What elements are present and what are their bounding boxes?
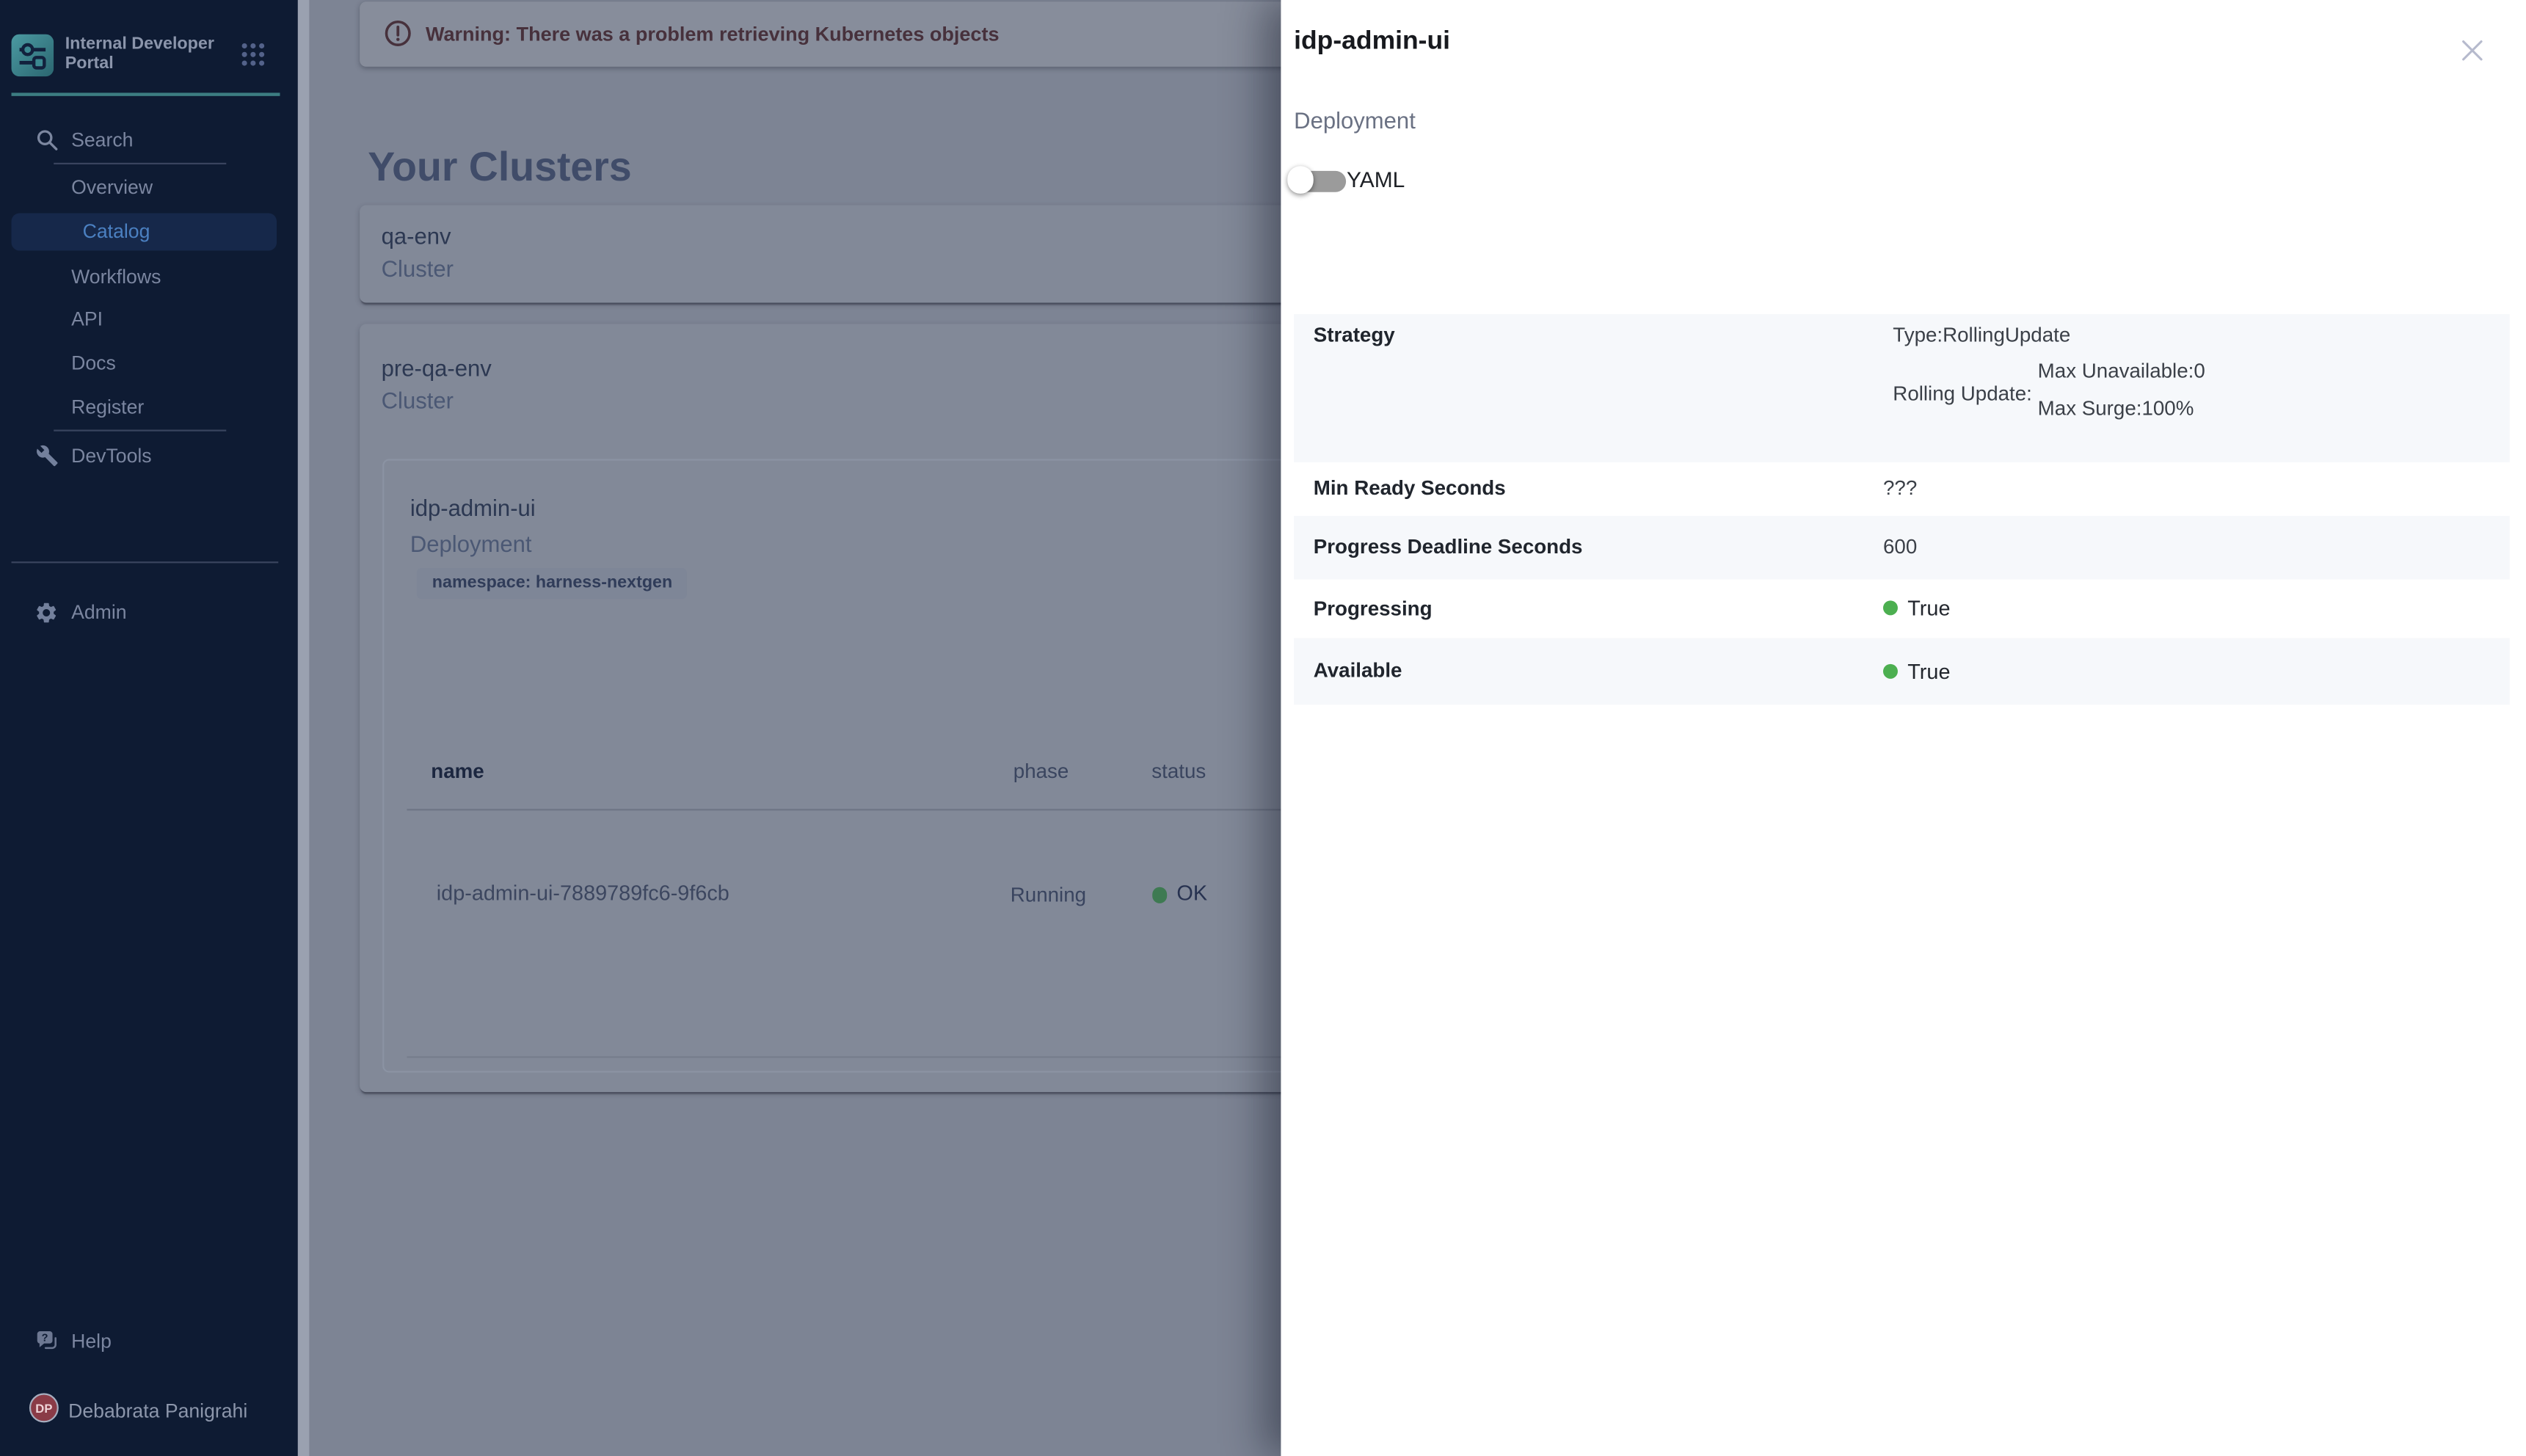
sidebar-item-register[interactable]: Register bbox=[0, 387, 298, 426]
sidebar-item-label: Docs bbox=[71, 352, 116, 374]
status-dot-ok bbox=[1883, 601, 1898, 616]
sidebar-accent-rule bbox=[12, 92, 280, 95]
user-name[interactable]: Debabrata Panigrahi bbox=[68, 1399, 247, 1422]
detail-label: Progress Deadline Seconds bbox=[1314, 516, 1583, 579]
sidebar-item-label: API bbox=[71, 307, 103, 330]
alert-circle-icon bbox=[384, 20, 412, 56]
page-title: Your Clusters bbox=[368, 148, 631, 188]
cluster-name: qa-env bbox=[382, 222, 451, 250]
sidebar-item-label: Register bbox=[71, 396, 144, 418]
sidebar-item-label: Catalog bbox=[83, 220, 150, 243]
sidebar-scrollbar[interactable] bbox=[298, 0, 308, 1456]
deployment-details-table: Strategy Type:RollingUpdate Rolling Upda… bbox=[1294, 313, 2510, 705]
cluster-name: pre-qa-env bbox=[382, 354, 492, 382]
toggle-thumb bbox=[1286, 166, 1314, 193]
sidebar-item-label: DevTools bbox=[71, 444, 151, 467]
cluster-kind: Cluster bbox=[382, 255, 454, 283]
available-value: True bbox=[1907, 659, 1950, 683]
strategy-type-value: Type:RollingUpdate bbox=[1893, 321, 2070, 347]
progressing-value: True bbox=[1907, 597, 1950, 621]
max-surge-value: Max Surge:100% bbox=[2038, 396, 2194, 421]
detail-row-available: Available True bbox=[1294, 638, 2510, 705]
detail-label: Progressing bbox=[1314, 579, 1433, 638]
sidebar-item-overview[interactable]: Overview bbox=[0, 168, 298, 207]
sidebar-item-label: Overview bbox=[71, 176, 153, 199]
yaml-toggle-label: YAML bbox=[1347, 170, 1405, 192]
max-unavailable-value: Max Unavailable:0 bbox=[2038, 358, 2205, 384]
yaml-toggle[interactable] bbox=[1284, 165, 1346, 194]
sidebar-item-docs[interactable]: Docs bbox=[0, 343, 298, 382]
app-root: Internal Developer Portal Search Overvie… bbox=[0, 0, 2526, 1456]
rolling-update-label: Rolling Update: bbox=[1893, 380, 2032, 406]
drawer-title: idp-admin-ui bbox=[1294, 27, 1450, 55]
gear-icon bbox=[34, 600, 59, 624]
warning-banner-text: Warning: There was a problem retrieving … bbox=[426, 23, 1000, 46]
details-drawer: idp-admin-ui Deployment YAML Strategy Ty… bbox=[1281, 0, 2526, 1456]
sidebar-divider bbox=[12, 561, 279, 563]
help-chat-icon: ? bbox=[34, 1329, 59, 1353]
sidebar-divider bbox=[54, 162, 227, 164]
detail-row-min-ready-seconds: Min Ready Seconds ??? bbox=[1294, 462, 2510, 516]
sidebar-item-label: Admin bbox=[71, 600, 126, 623]
column-header-name: name bbox=[431, 758, 484, 784]
detail-row-progress-deadline-seconds: Progress Deadline Seconds 600 bbox=[1294, 516, 2510, 579]
search-icon bbox=[34, 128, 59, 152]
sidebar-item-catalog[interactable]: Catalog bbox=[12, 213, 276, 252]
status-dot-ok bbox=[1883, 664, 1898, 679]
column-header-status: status bbox=[1151, 758, 1206, 784]
idp-logo-icon bbox=[12, 34, 54, 77]
drawer-subtitle: Deployment bbox=[1294, 109, 1416, 131]
sidebar-item-label: Workflows bbox=[71, 264, 161, 287]
sidebar-item-devtools[interactable]: DevTools bbox=[0, 436, 298, 475]
detail-row-strategy: Strategy Type:RollingUpdate Rolling Upda… bbox=[1294, 313, 2510, 462]
close-icon bbox=[2461, 38, 2483, 69]
sidebar-item-label: Search bbox=[71, 128, 133, 151]
avatar-initials: DP bbox=[35, 1400, 52, 1415]
close-button[interactable] bbox=[2451, 32, 2494, 75]
sidebar-item-admin[interactable]: Admin bbox=[0, 592, 298, 631]
avatar[interactable]: DP bbox=[29, 1393, 59, 1422]
detail-label: Available bbox=[1314, 638, 1402, 705]
sidebar: Internal Developer Portal Search Overvie… bbox=[0, 0, 298, 1456]
pod-phase-cell: Running bbox=[1011, 882, 1086, 908]
sidebar-item-workflows[interactable]: Workflows bbox=[0, 256, 298, 295]
progress-deadline-value: 600 bbox=[1883, 516, 1917, 579]
workload-kind: Deployment bbox=[410, 531, 532, 558]
namespace-chip: namespace: harness-nextgen bbox=[418, 568, 687, 598]
cluster-kind: Cluster bbox=[382, 387, 454, 415]
min-ready-value: ??? bbox=[1883, 462, 1917, 516]
wrench-icon bbox=[34, 443, 59, 467]
brand-title: Internal Developer Portal bbox=[65, 34, 235, 75]
detail-row-progressing: Progressing True bbox=[1294, 579, 2510, 638]
detail-label: Min Ready Seconds bbox=[1314, 462, 1506, 516]
sidebar-item-label: Help bbox=[71, 1330, 112, 1353]
detail-label: Strategy bbox=[1314, 321, 1395, 347]
svg-text:?: ? bbox=[42, 1332, 48, 1344]
pod-status-cell: OK bbox=[1176, 881, 1207, 906]
sidebar-item-search[interactable]: Search bbox=[0, 120, 298, 159]
workload-name: idp-admin-ui bbox=[410, 495, 536, 523]
column-header-phase: phase bbox=[1013, 758, 1069, 784]
status-dot-ok bbox=[1152, 887, 1168, 903]
sidebar-divider bbox=[54, 429, 227, 431]
apps-grid-icon[interactable] bbox=[241, 43, 265, 75]
sidebar-item-help[interactable]: ? Help bbox=[0, 1322, 298, 1361]
pod-name-cell: idp-admin-ui-7889789fc6-9f6cb bbox=[437, 881, 729, 906]
sidebar-item-api[interactable]: API bbox=[0, 299, 298, 338]
namespace-chip-label: namespace: harness-nextgen bbox=[432, 573, 672, 593]
